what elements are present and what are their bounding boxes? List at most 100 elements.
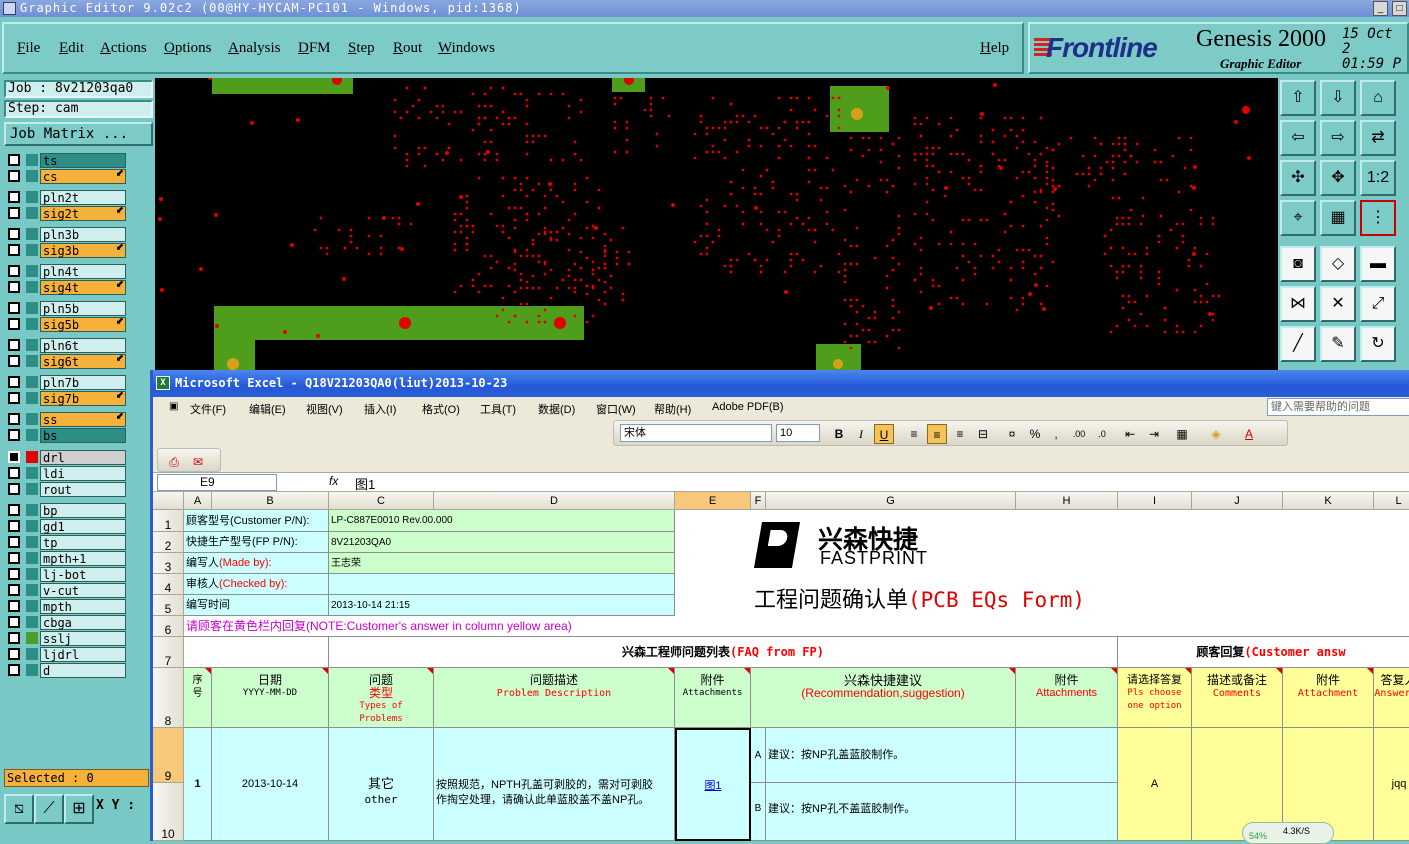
layer-name[interactable]: sig4t	[40, 280, 126, 295]
xl-menu-view[interactable]: 视图(V)	[306, 401, 343, 417]
increase-decimal-icon[interactable]: .00	[1069, 424, 1089, 444]
layer-row-pln4t[interactable]: pln4t	[4, 263, 128, 279]
layer-row-mpth[interactable]: mpth	[4, 598, 128, 614]
header-seq[interactable]: 序号	[184, 668, 212, 728]
header-choose[interactable]: 请选择答复 Pls choose one option	[1118, 668, 1192, 728]
layer-name[interactable]: mpth+1	[40, 551, 126, 566]
layer-row-pln2t[interactable]: pln2t	[4, 189, 128, 205]
column-header[interactable]: A	[184, 492, 212, 510]
grid-tool-button[interactable]: ⊞	[64, 794, 94, 824]
measure-icon[interactable]: ⌖	[1280, 200, 1316, 236]
layer-name[interactable]: rout	[40, 482, 126, 497]
layer-checkbox[interactable]	[8, 228, 20, 240]
pdf-convert-icon[interactable]: ⎙	[164, 452, 184, 472]
formula-input[interactable]: 图1	[355, 474, 375, 493]
transform-icon[interactable]: ◇	[1320, 246, 1356, 282]
arc-icon[interactable]: ↻	[1360, 326, 1396, 362]
header-suggestion[interactable]: 兴森快捷建议 (Recommendation,suggestion)	[751, 668, 1016, 728]
comma-icon[interactable]: ,	[1046, 424, 1066, 444]
layer-row-gd1[interactable]: gd1	[4, 518, 128, 534]
borders-icon[interactable]: ▦	[1172, 424, 1192, 444]
layer-row-ts[interactable]: ts	[4, 152, 128, 168]
layer-checkbox[interactable]	[8, 302, 20, 314]
note-row[interactable]: 请顾客在黄色栏内回复(NOTE:Customer's answer in col…	[184, 616, 1409, 637]
blank-cell[interactable]	[184, 637, 329, 668]
layer-row-sig3b[interactable]: sig3b ⬋	[4, 242, 128, 258]
suggestion-b[interactable]: 建议：按NP孔不盖蓝胶制作。	[766, 783, 1016, 841]
layer-checkbox[interactable]	[8, 265, 20, 277]
layer-name[interactable]: ts	[40, 153, 126, 168]
menu-options[interactable]: Options	[164, 40, 212, 57]
menu-step[interactable]: Step	[348, 40, 375, 57]
fit-screen-icon[interactable]: ✣	[1280, 160, 1316, 196]
layer-row-drl[interactable]: drl	[4, 449, 128, 465]
layer-row-v-cut[interactable]: v-cut	[4, 582, 128, 598]
minimize-button[interactable]: _	[1373, 1, 1388, 16]
pen-icon[interactable]: ✎	[1320, 326, 1356, 362]
column-header[interactable]: G	[766, 492, 1016, 510]
row-header[interactable]: 2	[153, 532, 184, 553]
layer-checkbox[interactable]	[8, 451, 20, 463]
layer-checkbox[interactable]	[8, 244, 20, 256]
column-header[interactable]: B	[212, 492, 329, 510]
row-choice[interactable]: A	[1118, 728, 1192, 841]
layer-checkbox[interactable]	[8, 632, 20, 644]
layer-row-tp[interactable]: tp	[4, 534, 128, 550]
layer-row-ljdrl[interactable]: ljdrl	[4, 646, 128, 662]
layer-checkbox[interactable]	[8, 376, 20, 388]
layer-name[interactable]: pln3b	[40, 227, 126, 242]
header-answer[interactable]: 答复人Answer b	[1374, 668, 1409, 728]
menu-actions[interactable]: Actions	[100, 40, 147, 57]
info-value[interactable]: 2013-10-14 21:15	[329, 595, 675, 616]
layer-checkbox[interactable]	[8, 154, 20, 166]
xl-menu-insert[interactable]: 插入(I)	[364, 401, 396, 417]
layer-name[interactable]: tp	[40, 535, 126, 550]
column-header[interactable]: H	[1016, 492, 1118, 510]
fill-color-icon[interactable]: ◈	[1206, 424, 1226, 444]
layer-name[interactable]: sig5b	[40, 317, 126, 332]
bold-button[interactable]: B	[829, 424, 849, 444]
row-header[interactable]: 9	[153, 728, 184, 783]
layer-row-sig6t[interactable]: sig6t ⬋	[4, 353, 128, 369]
layer-name[interactable]: pln5b	[40, 301, 126, 316]
column-header[interactable]: I	[1118, 492, 1192, 510]
layer-checkbox[interactable]	[8, 504, 20, 516]
job-matrix-button[interactable]: Job Matrix ...	[4, 122, 153, 146]
decrease-decimal-icon[interactable]: .0	[1092, 424, 1112, 444]
layer-checkbox[interactable]	[8, 616, 20, 628]
layer-row-rout[interactable]: rout	[4, 481, 128, 497]
graphic-canvas[interactable]	[155, 78, 1278, 370]
layer-checkbox[interactable]	[8, 355, 20, 367]
font-color-icon[interactable]: A	[1239, 424, 1259, 444]
layer-context-arrow-icon[interactable]: ⬋	[116, 390, 124, 401]
layer-name[interactable]: cs	[40, 169, 126, 184]
info-value[interactable]: 王志荣	[329, 553, 675, 574]
info-label[interactable]: 编写人(Made by):	[184, 553, 329, 574]
layer-checkbox[interactable]	[8, 467, 20, 479]
row-header[interactable]: 4	[153, 574, 184, 595]
header-attachments[interactable]: 附件 Attachments	[675, 668, 751, 728]
attachment-a[interactable]	[1016, 728, 1118, 783]
layer-checkbox[interactable]	[8, 536, 20, 548]
layer-row-sig5b[interactable]: sig5b ⬋	[4, 316, 128, 332]
column-header[interactable]: C	[329, 492, 434, 510]
layer-name[interactable]: ldi	[40, 466, 126, 481]
header-attachment-3[interactable]: 附件 Attachment	[1283, 668, 1374, 728]
layer-checkbox[interactable]	[8, 170, 20, 182]
menu-help[interactable]: Help	[980, 40, 1009, 57]
info-label[interactable]: 顾客型号(Customer P/N):	[184, 510, 329, 532]
xl-menu-tools[interactable]: 工具(T)	[480, 401, 516, 417]
layer-name[interactable]: bs	[40, 428, 126, 443]
layer-checkbox[interactable]	[8, 520, 20, 532]
layer-checkbox[interactable]	[8, 207, 20, 219]
italic-button[interactable]: I	[851, 424, 871, 444]
info-value[interactable]: LP-C887E0010 Rev.00.000	[329, 510, 675, 532]
align-right-icon[interactable]: ≡	[950, 424, 970, 444]
row-answerer[interactable]: jqq	[1374, 728, 1409, 841]
layer-name[interactable]: sig6t	[40, 354, 126, 369]
info-label[interactable]: 编写时间	[184, 595, 329, 616]
suggestion-a[interactable]: 建议：按NP孔盖蓝胶制作。	[766, 728, 1016, 783]
layer-name[interactable]: drl	[40, 450, 126, 465]
layer-context-arrow-icon[interactable]: ⬋	[116, 411, 124, 422]
xl-menu-format[interactable]: 格式(O)	[422, 401, 460, 417]
